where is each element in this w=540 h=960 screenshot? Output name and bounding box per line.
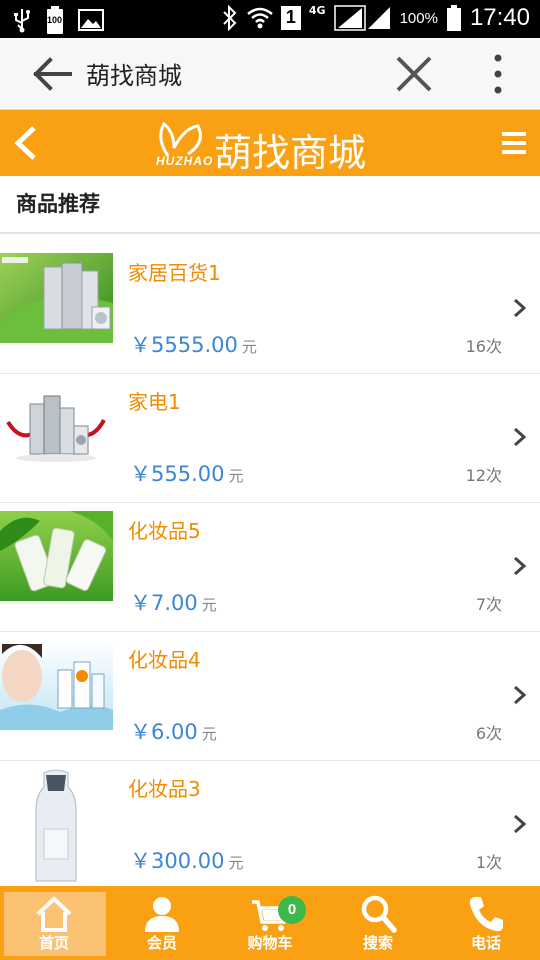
product-item[interactable]: 化妆品5 ￥7.00 元 7次 (0, 503, 540, 632)
battery-full-icon: 100 (46, 6, 64, 34)
signal-icon (333, 5, 390, 31)
product-item[interactable]: 家电1 ￥555.00 元 12次 (0, 374, 540, 503)
product-image-appliances (0, 253, 113, 343)
chevron-right-icon (514, 298, 527, 318)
price-unit: 元 (201, 596, 217, 614)
product-image-home-appliances (0, 382, 113, 472)
product-list: 家居百货1 ￥5555.00 元 16次 家电1 ￥555.00 元 12次 化… (0, 245, 540, 892)
sim-icon: 1 (280, 6, 301, 30)
status-bar: 100 1 4G 100% 17:40 (0, 0, 540, 38)
nav-label: 会员 (146, 934, 177, 952)
nav-phone[interactable]: 电话 (432, 886, 540, 960)
usb-icon (14, 9, 30, 33)
product-price-row: ￥300.00 元 (130, 845, 244, 875)
bluetooth-icon (223, 5, 237, 31)
nav-search[interactable]: 搜索 (324, 886, 432, 960)
battery-percent: 100% (399, 9, 438, 27)
price-unit: 元 (228, 854, 244, 872)
product-price: ￥5555.00 (130, 333, 238, 357)
view-count: 6次 (475, 724, 502, 743)
nav-label: 购物车 (247, 934, 293, 952)
gallery-icon (78, 9, 104, 31)
product-item[interactable]: 化妆品4 ￥6.00 元 6次 (0, 632, 540, 761)
logo: HUZHAO 葫找商城 (150, 116, 390, 175)
hamburger-menu-icon[interactable] (500, 130, 528, 156)
chevron-right-icon (514, 427, 527, 447)
product-name: 家电1 (128, 390, 181, 414)
phone-icon (469, 897, 503, 932)
battery-icon (446, 5, 461, 31)
member-icon (145, 897, 179, 932)
section-title: 商品推荐 (16, 192, 100, 216)
home-icon (36, 896, 72, 932)
wifi-icon (247, 7, 273, 29)
view-count: 1次 (475, 853, 502, 872)
chevron-right-icon (514, 814, 527, 834)
network-type: 4G (308, 3, 326, 17)
view-count: 12次 (465, 466, 502, 485)
product-price: ￥7.00 (130, 591, 198, 615)
product-image-cosmetics (0, 511, 113, 601)
price-unit: 元 (201, 725, 217, 743)
section-header: 商品推荐 (0, 176, 540, 234)
product-name: 化妆品5 (128, 519, 201, 543)
product-image-bottle (0, 769, 113, 884)
product-item[interactable]: 家居百货1 ￥5555.00 元 16次 (0, 245, 540, 374)
view-count: 7次 (475, 595, 502, 614)
nav-cart[interactable]: 0 购物车 (216, 886, 324, 960)
product-name: 化妆品4 (128, 648, 201, 672)
product-name: 家居百货1 (128, 261, 221, 285)
nav-label: 首页 (38, 934, 69, 952)
nav-home[interactable]: 首页 (0, 886, 108, 960)
chevron-left-icon[interactable] (8, 122, 44, 164)
clock: 17:40 (469, 4, 530, 31)
view-count: 16次 (465, 337, 502, 356)
product-image-skincare (0, 640, 113, 730)
chevron-right-icon (514, 556, 527, 576)
product-price: ￥6.00 (130, 720, 198, 744)
price-unit: 元 (241, 338, 257, 356)
product-name: 化妆品3 (128, 777, 201, 801)
product-price-row: ￥7.00 元 (130, 587, 217, 617)
close-icon[interactable] (392, 52, 436, 96)
product-price-row: ￥555.00 元 (130, 458, 244, 488)
logo-subtitle: HUZHAO (156, 154, 214, 168)
browser-title: 葫找商城 (86, 62, 182, 90)
price-unit: 元 (228, 467, 244, 485)
cart-badge: 0 (278, 896, 306, 924)
logo-text: 葫找商城 (214, 131, 367, 175)
app-header: HUZHAO 葫找商城 (0, 110, 540, 176)
product-price: ￥555.00 (130, 462, 225, 486)
nav-member[interactable]: 会员 (108, 886, 216, 960)
chevron-right-icon (514, 685, 527, 705)
bottom-nav: 首页 会员 0 购物车 搜索 电话 (0, 886, 540, 960)
search-icon (361, 895, 397, 933)
product-price-row: ￥5555.00 元 (130, 329, 257, 359)
back-arrow-icon[interactable] (30, 52, 76, 96)
battery-full-label: 100 (47, 15, 63, 25)
browser-toolbar: 葫找商城 (0, 38, 540, 110)
product-price: ￥300.00 (130, 849, 225, 873)
nav-label: 电话 (470, 934, 501, 952)
overflow-menu-icon[interactable] (484, 52, 512, 96)
product-price-row: ￥6.00 元 (130, 716, 217, 746)
sim-slot-label: 1 (285, 7, 296, 27)
nav-label: 搜索 (362, 934, 393, 952)
product-item[interactable]: 化妆品3 ￥300.00 元 1次 (0, 761, 540, 892)
